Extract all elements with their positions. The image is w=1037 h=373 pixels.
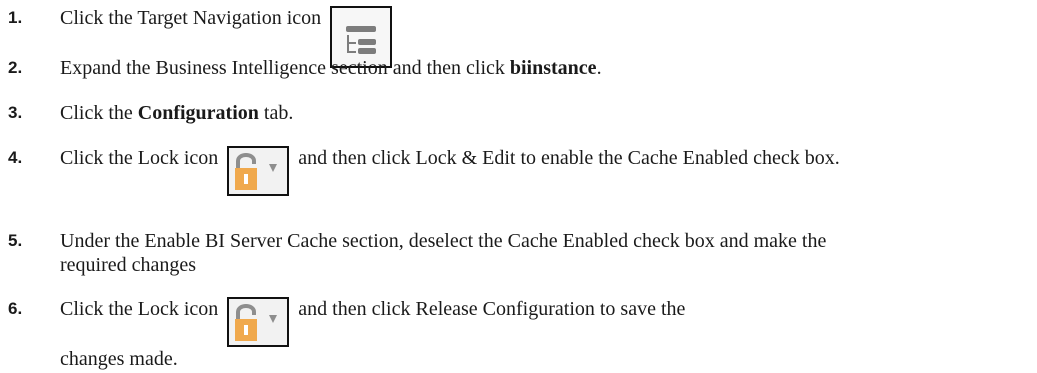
step-number: 4.	[8, 148, 23, 167]
step-text-before: Click the Target Navigation icon	[60, 7, 322, 29]
step-text-before: Click the Lock icon	[60, 298, 219, 320]
step-text: Expand the Business Intelligence section…	[60, 56, 1027, 80]
step-text-before: Expand the Business Intelligence section…	[60, 57, 510, 79]
step-number: 1.	[8, 8, 23, 27]
step-number: 5.	[8, 231, 23, 250]
step-bold-term: biinstance	[509, 57, 597, 79]
step-text: Under the Enable BI Server Cache section…	[60, 230, 827, 276]
step-text-after: .	[596, 57, 602, 79]
step-text: Click the Configuration tab.	[60, 101, 1027, 125]
step-number: 2.	[8, 58, 23, 77]
lock-icon	[227, 146, 290, 196]
step-text-before: Click the Lock icon	[60, 147, 219, 169]
step-text: Click the Lock icon and then click Lock …	[60, 146, 1027, 196]
step-text-after: and then click Lock & Edit to enable the…	[298, 147, 840, 169]
lock-icon	[227, 297, 290, 347]
step-number: 6.	[8, 299, 23, 318]
step-text-after: tab.	[258, 102, 294, 124]
step-number: 3.	[8, 103, 23, 122]
step-text-before: Click the	[60, 102, 138, 124]
step-text: Click the Lock icon and then click Relea…	[60, 297, 697, 371]
step-bold-term: Configuration	[137, 102, 259, 124]
